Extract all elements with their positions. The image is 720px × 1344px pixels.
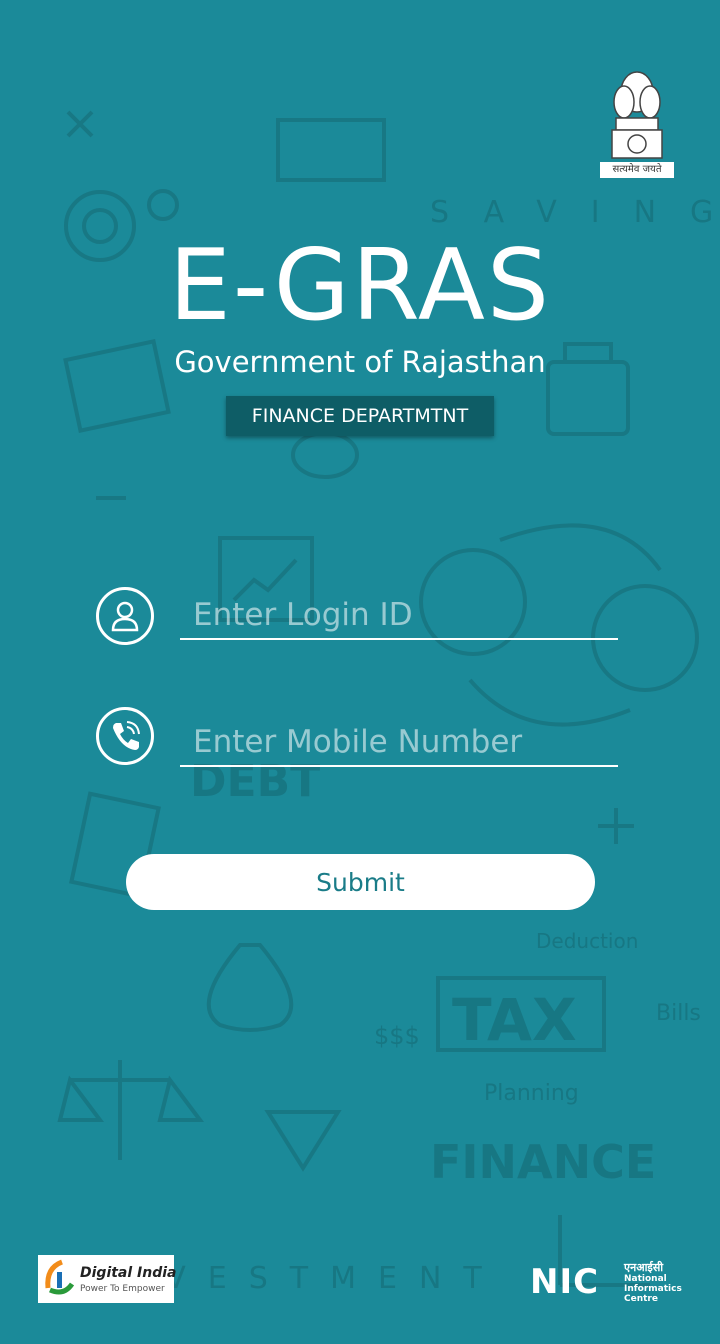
saving-doodle-text: SAVING bbox=[430, 195, 720, 230]
submit-button[interactable]: Submit bbox=[126, 854, 595, 910]
gold-bars-doodle bbox=[276, 118, 386, 182]
finance-doodle-text: FINANCE bbox=[430, 1135, 656, 1189]
app-subtitle: Government of Rajasthan bbox=[174, 345, 546, 379]
diamond-doodle bbox=[264, 1110, 342, 1172]
user-icon bbox=[96, 587, 154, 645]
login-screen: SAVING DEBT TAX Deduction Bills Planning… bbox=[0, 0, 720, 1344]
nic-logo: NIC एनआईसी National Informatics Centre bbox=[530, 1260, 690, 1304]
nic-full-name: National Informatics Centre bbox=[624, 1274, 682, 1304]
planning-doodle-text: Planning bbox=[484, 1081, 579, 1106]
digital-india-tagline: Power To Empower bbox=[80, 1284, 165, 1294]
deduction-doodle-text: Deduction bbox=[536, 929, 638, 953]
cross-doodle bbox=[66, 110, 94, 138]
scale-doodle bbox=[57, 1060, 204, 1160]
emblem-motto: सत्यमेव जयते bbox=[600, 162, 674, 178]
digital-india-icon bbox=[45, 1259, 75, 1295]
digital-india-logo: Digital India Power To Empower bbox=[38, 1255, 177, 1303]
mobile-number-input[interactable] bbox=[180, 719, 618, 767]
department-badge: FINANCE DEPARTMTNT bbox=[226, 396, 494, 436]
sack-doodle bbox=[206, 943, 294, 1032]
login-id-input[interactable] bbox=[180, 592, 618, 640]
nic-mark: NIC bbox=[530, 1262, 600, 1302]
app-title: E-GRAS bbox=[168, 229, 552, 343]
nic-hindi: एनआईसी bbox=[624, 1261, 664, 1274]
dollars-doodle-text: $$$ bbox=[374, 1022, 420, 1050]
digital-india-name: Digital India bbox=[80, 1265, 177, 1281]
piggy-doodle bbox=[291, 431, 359, 479]
background-doodles: SAVING DEBT TAX Deduction Bills Planning… bbox=[57, 110, 720, 1296]
bills-doodle-text: Bills bbox=[656, 1001, 701, 1026]
tax-doodle-text: TAX bbox=[452, 986, 577, 1054]
phone-icon bbox=[96, 707, 154, 765]
